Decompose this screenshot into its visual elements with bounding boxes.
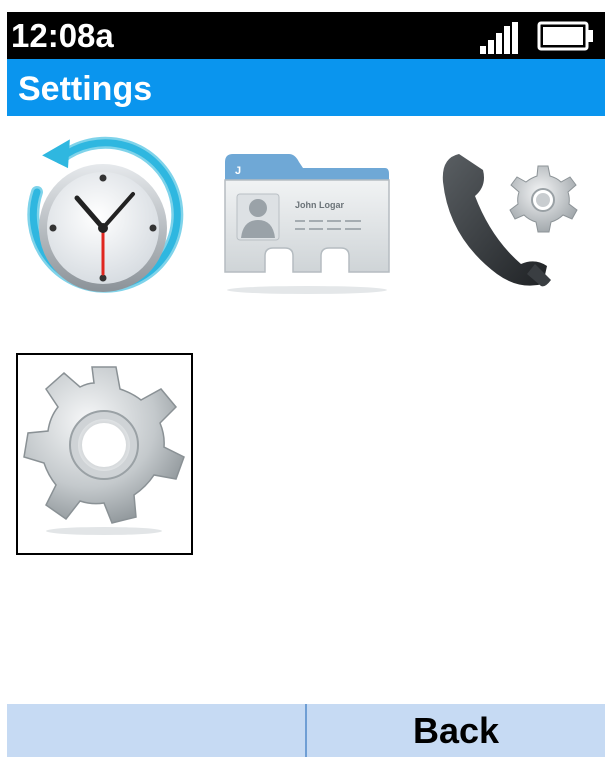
battery-icon [537,21,593,51]
status-time: 12:08a [11,17,114,54]
clock-history-icon [27,136,184,293]
phone-settings-icon [442,154,578,287]
left-softkey[interactable] [7,704,307,757]
status-bar: 12:08a [7,12,605,59]
grid-item-clock[interactable] [15,130,185,300]
back-softkey-label: Back [412,710,500,751]
svg-text:J: J [235,165,241,177]
title-bar: Settings [7,59,605,116]
signal-bars-icon [480,22,518,54]
back-softkey[interactable]: Back [307,704,605,757]
contact-card-icon: J John Logar [224,154,390,294]
phone-screen: 12:08a Settings J John Logar Back [7,12,605,757]
contact-card-name: John Logar [295,200,344,210]
gear-icon [23,366,185,535]
page-title: Settings [18,70,153,108]
grid-item-settings[interactable] [16,353,193,555]
grid-item-contact[interactable]: J John Logar [219,144,394,304]
grid-item-call-settings[interactable] [435,134,605,304]
softkey-bar: Back [7,704,605,757]
